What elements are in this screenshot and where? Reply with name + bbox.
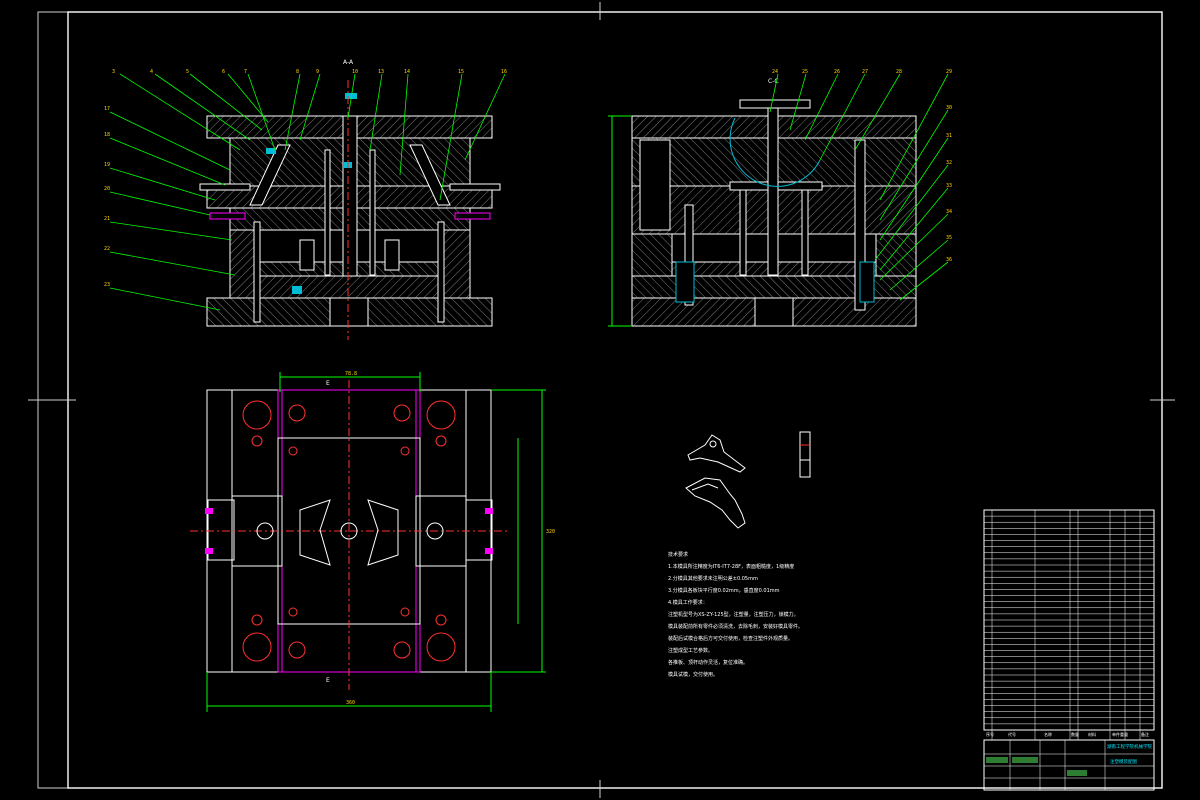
svg-text:5: 5 [186,69,189,75]
svg-text:15: 15 [458,69,464,75]
svg-text:注塑成型工艺参数。: 注塑成型工艺参数。 [668,647,713,654]
plan-section-top: E [326,380,330,387]
svg-text:13: 13 [378,69,384,75]
dim-height-label: 320 [546,529,555,535]
section-view-c-c: C-C [608,78,917,327]
title-school: 湖南工程学院机械学院 [1107,743,1152,750]
svg-text:序号: 序号 [986,731,994,737]
svg-text:技术要求: 技术要求 [668,551,688,558]
svg-text:30: 30 [946,105,952,111]
title-block: 湖南工程学院机械学院 注塑模装配图 [983,739,1155,791]
svg-text:26: 26 [834,69,840,75]
svg-text:模具装配前所有零件必须清洗，去除毛刺，安装好模具零件。: 模具装配前所有零件必须清洗，去除毛刺，安装好模具零件。 [668,623,803,630]
svg-text:28: 28 [896,69,902,75]
part-sketch-side [799,431,811,478]
parts-list-table [983,509,1155,740]
plan-section-bottom: E [326,677,330,684]
svg-text:16: 16 [501,69,507,75]
svg-text:20: 20 [104,186,110,192]
svg-text:10: 10 [352,69,358,75]
drawing-frame [28,2,1175,798]
svg-text:24: 24 [772,69,778,75]
bom-header: 序号 代号 名称 数量 材料 单件重量 备注 [986,731,1149,737]
svg-text:各推板、顶杆动作灵活，复位准确。: 各推板、顶杆动作灵活，复位准确。 [668,659,748,666]
svg-text:36: 36 [946,257,952,263]
svg-text:名称: 名称 [1044,731,1052,737]
svg-text:8: 8 [296,69,299,75]
svg-text:备注: 备注 [1141,731,1149,737]
svg-text:数量: 数量 [1071,731,1079,737]
svg-text:4: 4 [150,69,153,75]
svg-text:2.分模具其他要求未注明公差±0.05mm: 2.分模具其他要求未注明公差±0.05mm [668,575,758,582]
svg-text:单件重量: 单件重量 [1112,731,1128,737]
svg-text:34: 34 [946,209,952,215]
svg-text:3: 3 [112,69,115,75]
svg-text:1.本模具所注精度为IT6-IT7-28F，表面粗糙度，1级: 1.本模具所注精度为IT6-IT7-28F，表面粗糙度，1级精度 [668,563,794,570]
svg-text:装配后试模合格后方可交付使用，检查注塑件外观质量。: 装配后试模合格后方可交付使用，检查注塑件外观质量。 [668,635,793,642]
part-sketch-front [687,434,746,473]
svg-text:21: 21 [104,216,110,222]
svg-text:注塑机型号为XS-ZY-125型，注塑量，注塑压力，锁模力。: 注塑机型号为XS-ZY-125型，注塑量，注塑压力，锁模力。 [668,611,799,618]
svg-text:6: 6 [222,69,225,75]
svg-text:32: 32 [946,160,952,166]
cad-drawing-canvas[interactable]: A-A 345 678 9 10 13 14 15 16 171819 202122 2… [0,0,1200,800]
svg-text:7: 7 [244,69,247,75]
dim-bottom-label: 360 [346,700,355,706]
svg-text:19: 19 [104,162,110,168]
svg-text:27: 27 [862,69,868,75]
section-view-a-a: A-A [199,59,501,340]
svg-text:3.分模具各板块平行度0.02mm，垂直度0.01mm: 3.分模具各板块平行度0.02mm，垂直度0.01mm [668,587,780,594]
svg-text:23: 23 [104,282,110,288]
svg-text:17: 17 [104,106,110,112]
section-label-top: A-A [343,59,354,66]
svg-text:25: 25 [802,69,808,75]
svg-text:33: 33 [946,183,952,189]
svg-text:代号: 代号 [1008,731,1016,737]
svg-text:材料: 材料 [1088,731,1096,737]
svg-text:29: 29 [946,69,952,75]
svg-text:31: 31 [946,133,952,139]
svg-text:模具试模，交付使用。: 模具试模，交付使用。 [668,671,718,678]
title-drawing: 注塑模装配图 [1110,758,1137,765]
tech-notes: 技术要求 1.本模具所注精度为IT6-IT7-28F，表面粗糙度，1级精度 2.… [668,551,803,678]
part-sketch-iso [685,477,746,529]
svg-text:35: 35 [946,235,952,241]
svg-text:14: 14 [404,69,410,75]
dim-top-label: 78.8 [345,371,357,377]
svg-text:22: 22 [104,246,110,252]
plan-view: 78.8 360 320 E E [190,371,555,712]
svg-text:4.模具工作要求：: 4.模具工作要求： [668,599,708,606]
svg-text:9: 9 [316,69,319,75]
svg-text:18: 18 [104,132,110,138]
